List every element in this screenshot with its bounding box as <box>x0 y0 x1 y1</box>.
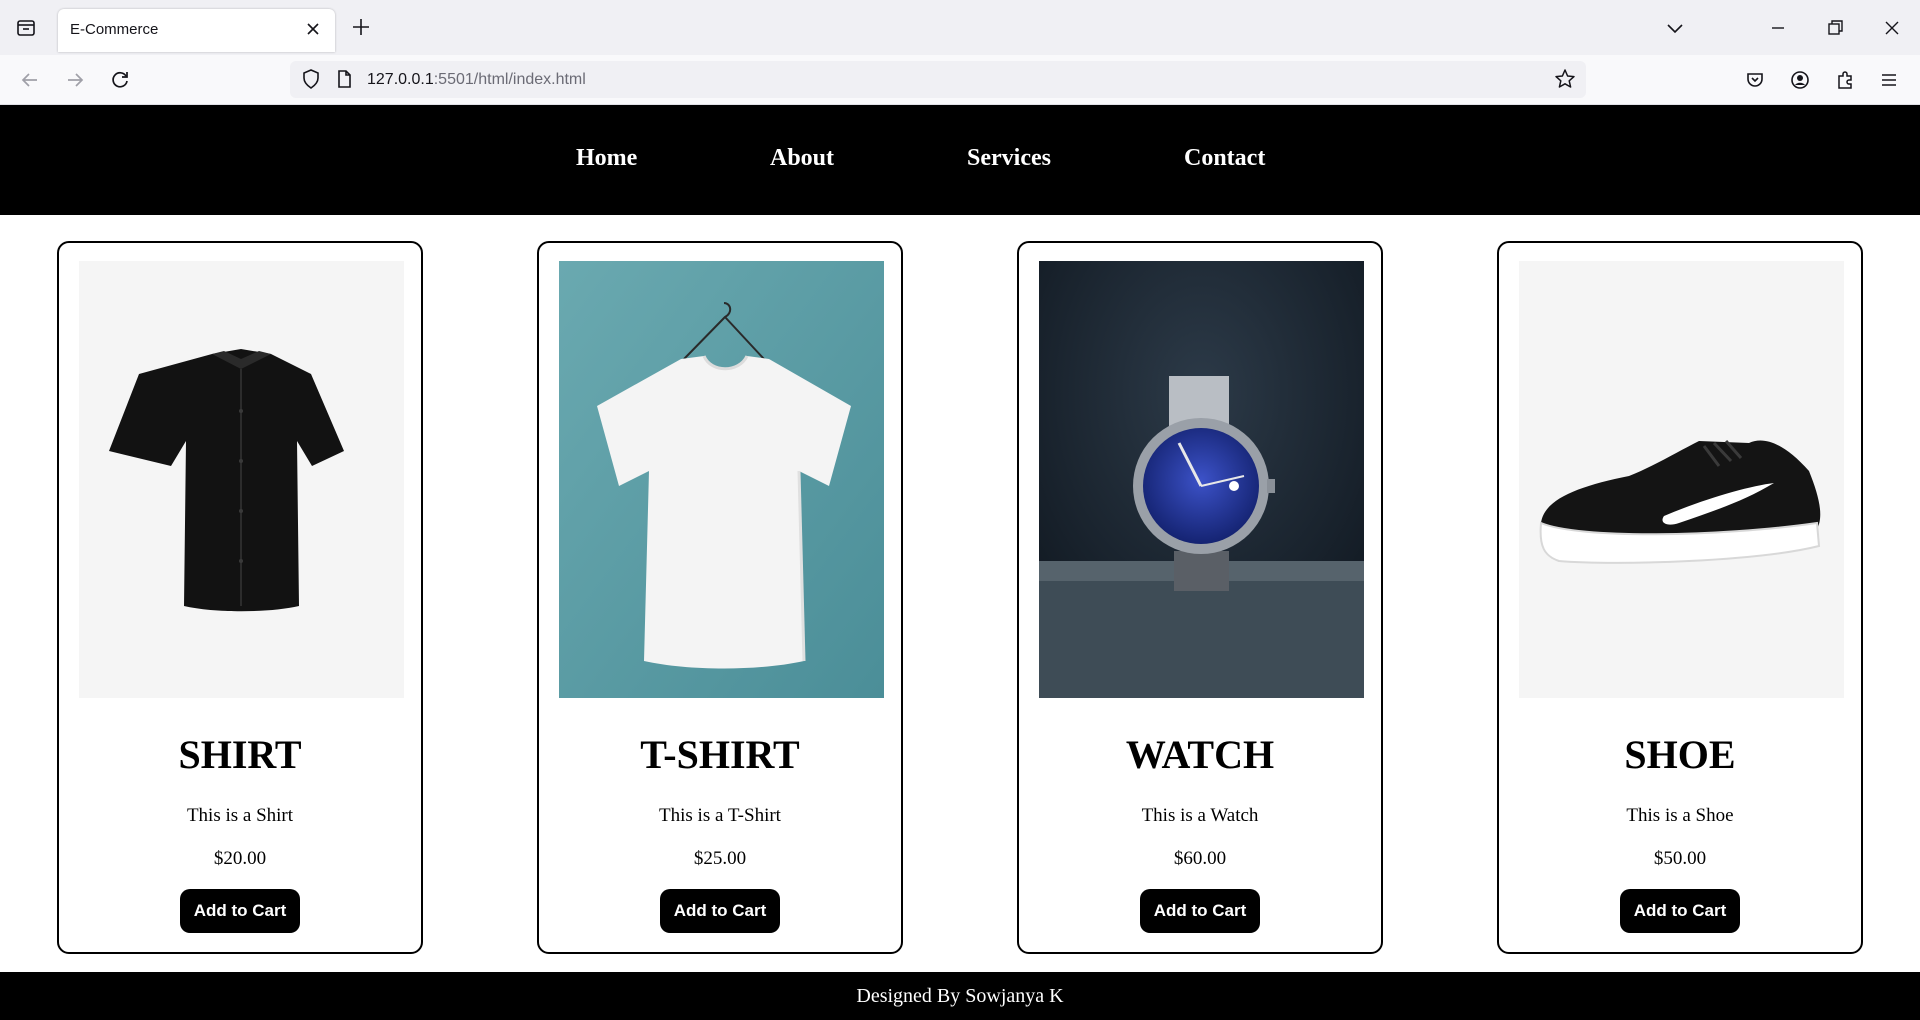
account-icon[interactable] <box>1787 67 1813 93</box>
browser-nav-bar: 127.0.0.1:5501/html/index.html <box>0 55 1920 105</box>
nav-link-services[interactable]: Services <box>967 145 1051 172</box>
product-price: $20.00 <box>213 848 267 869</box>
product-name: SHIRT <box>178 732 302 777</box>
browser-tab-bar: E-Commerce <box>0 0 1920 55</box>
site-header: Home About Services Contact <box>0 105 1920 215</box>
url-path: :5501/html/index.html <box>433 71 586 88</box>
menu-icon[interactable] <box>1876 67 1902 93</box>
product-description: This is a Shoe <box>1626 805 1734 826</box>
product-image-shoe <box>1519 261 1844 698</box>
product-card-shirt: SHIRT This is a Shirt $20.00 Add to Cart <box>57 241 423 954</box>
product-card-watch: WATCH This is a Watch $60.00 Add to Cart <box>1017 241 1383 954</box>
nav-link-contact[interactable]: Contact <box>1184 145 1265 172</box>
tab-title: E-Commerce <box>70 21 159 38</box>
product-description: This is a Watch <box>1141 805 1259 826</box>
product-description: This is a T-Shirt <box>659 805 781 826</box>
add-to-cart-button[interactable]: Add to Cart <box>1140 889 1260 933</box>
back-arrow-icon[interactable] <box>17 67 43 93</box>
product-name: T-SHIRT <box>640 732 800 777</box>
chevron-down-icon[interactable] <box>1661 14 1689 42</box>
pocket-icon[interactable] <box>1742 67 1768 93</box>
footer-text: Designed By Sowjanya K <box>856 985 1064 1007</box>
reload-icon[interactable] <box>107 67 133 93</box>
plus-icon[interactable] <box>348 14 374 40</box>
product-card-tshirt: T-SHIRT This is a T-Shirt $25.00 Add to … <box>537 241 903 954</box>
url-host: 127.0.0.1 <box>367 71 434 88</box>
add-to-cart-button[interactable]: Add to Cart <box>660 889 780 933</box>
product-image-shirt <box>79 261 404 698</box>
product-card-shoe: SHOE This is a Shoe $50.00 Add to Cart <box>1497 241 1863 954</box>
browser-tab[interactable]: E-Commerce <box>58 9 335 52</box>
minimize-icon[interactable] <box>1764 14 1792 42</box>
site-footer: Designed By Sowjanya K <box>0 972 1920 1020</box>
page-icon[interactable] <box>332 67 356 91</box>
star-icon[interactable] <box>1552 66 1578 92</box>
restore-icon[interactable] <box>1821 14 1849 42</box>
main-nav: Home About Services Contact <box>0 105 1920 215</box>
product-description: This is a Shirt <box>186 805 294 826</box>
tab-list-icon[interactable] <box>10 15 40 41</box>
product-name: SHOE <box>1624 732 1736 777</box>
add-to-cart-button[interactable]: Add to Cart <box>1620 889 1740 933</box>
close-icon[interactable] <box>303 19 323 39</box>
nav-link-about[interactable]: About <box>770 145 834 172</box>
shield-icon[interactable] <box>298 66 324 92</box>
add-to-cart-button[interactable]: Add to Cart <box>180 889 300 933</box>
url-bar[interactable]: 127.0.0.1:5501/html/index.html <box>290 61 1586 98</box>
product-price: $60.00 <box>1173 848 1227 869</box>
forward-arrow-icon[interactable] <box>62 67 88 93</box>
product-price: $25.00 <box>693 848 747 869</box>
product-name: WATCH <box>1125 732 1275 777</box>
extensions-icon[interactable] <box>1832 67 1858 93</box>
url-text[interactable]: 127.0.0.1:5501/html/index.html <box>367 71 586 89</box>
close-window-icon[interactable] <box>1878 14 1906 42</box>
product-image-tshirt <box>559 261 884 698</box>
nav-link-home[interactable]: Home <box>576 145 637 172</box>
product-price: $50.00 <box>1653 848 1707 869</box>
product-image-watch <box>1039 261 1364 698</box>
